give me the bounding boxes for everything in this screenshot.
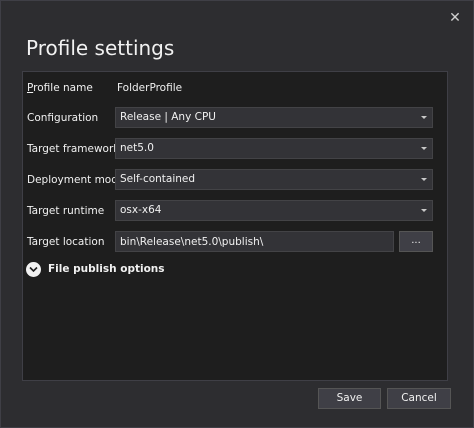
cancel-button[interactable]: Cancel bbox=[387, 388, 451, 409]
profile-name-value: FolderProfile bbox=[117, 82, 183, 94]
deployment-mode-label: Deployment mode bbox=[27, 174, 125, 186]
close-icon[interactable]: ✕ bbox=[446, 9, 464, 27]
target-runtime-value: osx-x64 bbox=[120, 204, 162, 216]
configuration-value: Release | Any CPU bbox=[120, 111, 216, 123]
chevron-down-icon bbox=[421, 178, 427, 181]
target-framework-value: net5.0 bbox=[120, 142, 154, 154]
target-framework-dropdown[interactable]: net5.0 bbox=[115, 138, 433, 159]
profile-settings-dialog: ✕ Profile settings Profile name FolderPr… bbox=[0, 0, 474, 428]
deployment-mode-dropdown[interactable]: Self-contained bbox=[115, 169, 433, 190]
target-runtime-label: Target runtime bbox=[27, 205, 105, 217]
target-location-input[interactable] bbox=[116, 232, 393, 251]
save-button[interactable]: Save bbox=[318, 388, 381, 409]
file-publish-options-label: File publish options bbox=[48, 263, 165, 275]
target-location-field[interactable] bbox=[115, 231, 394, 252]
configuration-dropdown[interactable]: Release | Any CPU bbox=[115, 107, 433, 128]
deployment-mode-value: Self-contained bbox=[120, 173, 196, 185]
chevron-down-icon bbox=[421, 209, 427, 212]
profile-name-label-rest: rofile name bbox=[33, 82, 93, 94]
configuration-label: Configuration bbox=[27, 112, 99, 124]
target-runtime-dropdown[interactable]: osx-x64 bbox=[115, 200, 433, 221]
profile-name-label: Profile name bbox=[27, 82, 93, 94]
target-framework-label: Target framework bbox=[27, 143, 120, 155]
chevron-down-icon bbox=[421, 116, 427, 119]
browse-button[interactable]: ... bbox=[399, 231, 433, 252]
chevron-down-icon bbox=[421, 147, 427, 150]
dialog-title: Profile settings bbox=[26, 36, 175, 60]
target-location-label: Target location bbox=[27, 236, 105, 248]
chevron-down-icon bbox=[26, 262, 41, 277]
